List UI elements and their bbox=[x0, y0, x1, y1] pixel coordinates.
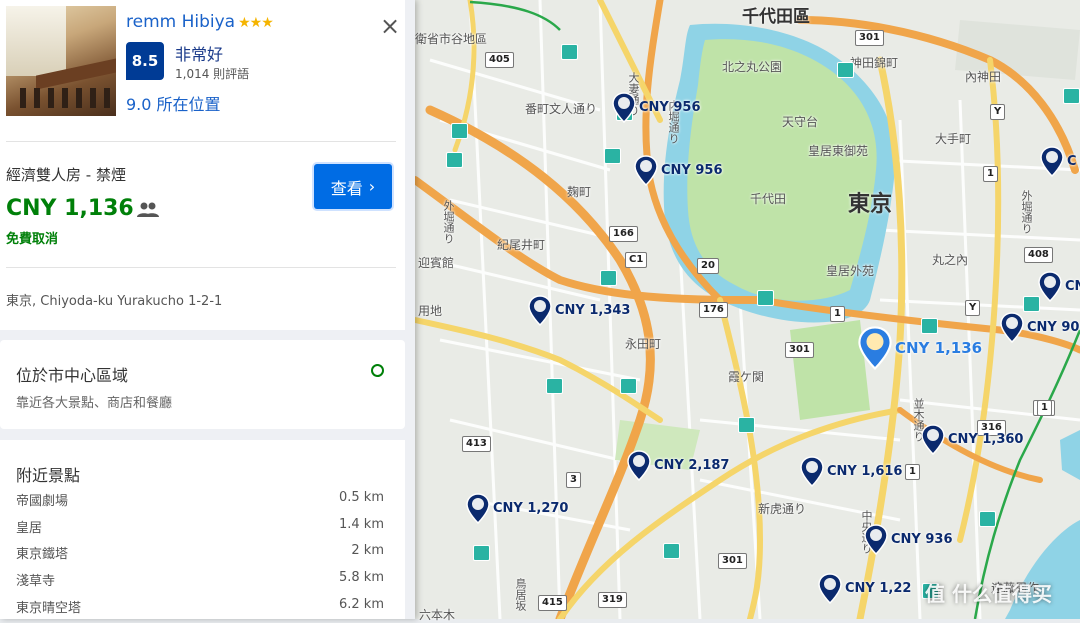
area-subtitle: 靠近各大景點、商店和餐廳 bbox=[16, 396, 173, 411]
area-title: 位於市中心區域 bbox=[16, 366, 129, 385]
rating-word: 非常好 bbox=[175, 45, 224, 64]
hotel-name-text: remm Hibiya bbox=[126, 12, 236, 32]
view-deal-button[interactable]: 查看 › bbox=[314, 164, 392, 209]
view-button-label: 查看 bbox=[330, 178, 363, 198]
location-score: 9.0 所在位置 bbox=[126, 95, 221, 114]
nearby-place-distance: 6.2 km bbox=[339, 597, 384, 612]
hotel-photo[interactable] bbox=[6, 6, 116, 116]
nearby-place-name: 東京晴空塔 bbox=[16, 601, 82, 616]
close-icon[interactable]: × bbox=[380, 14, 400, 38]
nearby-title: 附近景點 bbox=[16, 466, 81, 485]
hotel-address: 東京, Chiyoda-ku Yurakucho 1-2-1 bbox=[6, 294, 223, 309]
hotel-side-panel: remm Hibiya ★★★ × 8.5 非常好 1,014 則評語 9.0 所… bbox=[0, 0, 415, 619]
nearby-place-name: 淺草寺 bbox=[16, 574, 56, 589]
review-count: 1,014 則評語 bbox=[175, 67, 250, 81]
nearby-place-distance: 5.8 km bbox=[339, 570, 384, 585]
nearby-place-row: 東京晴空塔 6.2 km bbox=[16, 597, 384, 616]
nearby-place-row: 皇居 1.4 km bbox=[16, 517, 384, 536]
nearby-place-name: 皇居 bbox=[16, 521, 43, 536]
hotel-card: remm Hibiya ★★★ × 8.5 非常好 1,014 則評語 9.0 所… bbox=[0, 0, 405, 330]
nearby-place-distance: 0.5 km bbox=[339, 490, 384, 505]
room-name: 經濟雙人房 - 禁煙 bbox=[6, 166, 126, 184]
divider bbox=[6, 141, 396, 142]
hotel-name[interactable]: remm Hibiya ★★★ bbox=[126, 12, 274, 32]
nearby-place-row: 東京鐵塔 2 km bbox=[16, 543, 384, 562]
nearby-place-distance: 2 km bbox=[351, 543, 384, 558]
nearby-place-name: 帝國劇場 bbox=[16, 494, 69, 509]
nearby-place-name: 東京鐵塔 bbox=[16, 547, 69, 562]
location-ring-icon bbox=[371, 364, 384, 377]
nearby-place-row: 淺草寺 5.8 km bbox=[16, 570, 384, 589]
nearby-place-row: 帝國劇場 0.5 km bbox=[16, 490, 384, 509]
room-price: CNY 1,136 bbox=[6, 196, 134, 221]
divider bbox=[6, 267, 396, 268]
free-cancellation-label: 免費取消 bbox=[6, 232, 59, 247]
nearby-place-distance: 1.4 km bbox=[339, 517, 384, 532]
two-people-icon bbox=[137, 202, 159, 217]
review-score-badge: 8.5 bbox=[126, 42, 164, 80]
chevron-right-icon: › bbox=[368, 177, 376, 196]
star-rating-icon: ★★★ bbox=[238, 15, 274, 31]
